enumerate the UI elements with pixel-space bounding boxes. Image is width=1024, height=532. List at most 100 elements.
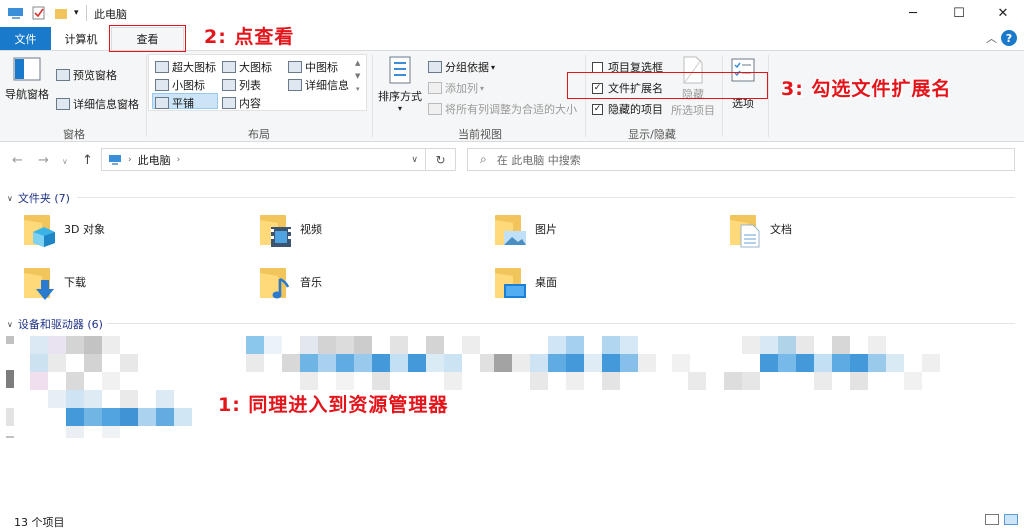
list-icon <box>222 79 236 91</box>
nav-pane-label: 导航窗格 <box>5 88 49 101</box>
fit-columns-icon <box>428 103 442 115</box>
folder-name: 视频 <box>300 223 322 236</box>
layout-item-label: 超大图标 <box>172 61 216 74</box>
section-divider <box>77 197 1015 198</box>
add-column-dropdown-icon: ▾ <box>480 83 485 93</box>
pictures-folder-icon <box>493 212 529 246</box>
layout-item-label: 大图标 <box>239 61 272 74</box>
obscured-drives-area <box>0 330 1024 445</box>
preview-pane-icon <box>56 69 70 81</box>
hidden-items-toggle[interactable]: ✓ 隐藏的项目 <box>592 101 663 117</box>
layout-item-label: 列表 <box>239 79 261 92</box>
extra-large-icons-icon <box>155 61 169 73</box>
layout-content[interactable]: 内容 <box>222 95 261 111</box>
details-pane-label: 详细信息窗格 <box>73 98 139 111</box>
folder-desktop[interactable]: 桌面 <box>493 265 557 299</box>
group-label-layout: 布局 <box>248 128 270 141</box>
group-separator <box>372 55 373 137</box>
layout-tiles[interactable]: 平铺 <box>155 95 194 111</box>
chevron-down-icon: ∨ <box>7 319 13 329</box>
folder-name: 3D 对象 <box>64 223 105 236</box>
layout-item-label: 中图标 <box>305 61 338 74</box>
fit-columns-label: 将所有列调整为合适的大小 <box>445 103 577 116</box>
quick-access-dropdown-icon[interactable]: ▾ <box>74 5 79 21</box>
details-view-icon[interactable] <box>985 514 999 525</box>
up-button[interactable]: ↑ <box>82 153 93 168</box>
window-title: 此电脑 <box>94 8 127 21</box>
layout-extra-large-icons[interactable]: 超大图标 <box>155 59 216 75</box>
tab-computer[interactable]: 计算机 <box>56 27 106 50</box>
layout-details[interactable]: 详细信息 <box>288 77 349 93</box>
search-placeholder: 在 此电脑 中搜索 <box>496 153 581 167</box>
music-folder-icon <box>258 265 294 299</box>
collapse-ribbon-icon[interactable]: ︿ <box>986 30 997 46</box>
layout-item-label: 小图标 <box>172 79 205 92</box>
group-by-button[interactable]: 分组依据 ▾ <box>428 59 495 75</box>
title-separator <box>86 5 87 21</box>
details-icon <box>288 79 302 91</box>
address-dropdown-icon[interactable]: ∨ <box>411 155 418 165</box>
scroll-down-icon[interactable]: ▼ <box>355 70 360 83</box>
folder-name: 文档 <box>770 223 792 236</box>
tab-file[interactable]: 文件 <box>0 27 51 50</box>
chevron-down-icon: ∨ <box>7 193 13 203</box>
sort-dropdown-icon: ▾ <box>397 104 402 113</box>
group-separator <box>146 55 147 137</box>
folder-music[interactable]: 音乐 <box>258 265 322 299</box>
sort-label: 排序方式 <box>378 90 422 103</box>
address-path[interactable]: 此电脑 <box>138 152 171 168</box>
folder-pictures[interactable]: 图片 <box>493 212 557 246</box>
nav-pane-button[interactable]: 导航窗格 <box>5 57 49 102</box>
layout-item-label: 详细信息 <box>305 79 349 92</box>
folders-section-header[interactable]: ∨ 文件夹 (7) <box>7 190 1017 206</box>
nav-pane-icon <box>13 57 41 81</box>
layout-small-icons[interactable]: 小图标 <box>155 77 205 93</box>
fit-columns-button[interactable]: 将所有列调整为合适的大小 <box>428 101 577 117</box>
scroll-up-icon[interactable]: ▲ <box>355 57 360 70</box>
chevron-right-icon[interactable]: › <box>128 155 132 165</box>
layout-scroll[interactable]: ▲ ▼ ▾ <box>355 57 360 96</box>
annotation-box-view-tab <box>109 25 186 52</box>
layout-list[interactable]: 列表 <box>222 77 261 93</box>
large-icons-view-icon[interactable] <box>1004 514 1018 525</box>
layout-item-label: 平铺 <box>172 97 194 110</box>
preview-pane-button[interactable]: 预览窗格 <box>56 67 117 83</box>
more-icon[interactable]: ▾ <box>356 83 360 96</box>
folder-name: 下载 <box>64 276 86 289</box>
sort-by-button[interactable]: 排序方式 ▾ <box>377 55 423 113</box>
layout-medium-icons[interactable]: 中图标 <box>288 59 338 75</box>
new-folder-icon[interactable] <box>54 5 68 21</box>
folders-header-label: 文件夹 (7) <box>17 192 70 205</box>
layout-large-icons[interactable]: 大图标 <box>222 59 272 75</box>
help-icon[interactable]: ? <box>1001 30 1017 46</box>
downloads-folder-icon <box>22 265 58 300</box>
section-divider <box>107 323 1015 324</box>
annotation-box-file-extensions <box>567 72 768 99</box>
properties-icon[interactable] <box>32 5 46 21</box>
forward-button[interactable]: → <box>38 153 49 168</box>
close-button[interactable]: ✕ <box>980 0 1024 27</box>
chevron-right-icon[interactable]: › <box>177 155 181 165</box>
hidden-items-label: 隐藏的项目 <box>608 103 663 116</box>
group-label-panes: 窗格 <box>63 128 85 141</box>
pc-icon <box>109 154 121 165</box>
folder-downloads[interactable]: 下载 <box>22 265 86 300</box>
maximize-button[interactable]: ☐ <box>936 0 982 27</box>
recent-locations-icon[interactable]: ∨ <box>62 157 68 166</box>
group-by-dropdown-icon: ▾ <box>491 62 496 72</box>
large-icons-icon <box>222 61 236 73</box>
hidden-items-checkbox[interactable]: ✓ <box>592 103 603 115</box>
item-checkboxes-checkbox[interactable] <box>592 61 603 73</box>
folder-documents[interactable]: 文档 <box>728 212 792 248</box>
refresh-button[interactable]: ↻ <box>426 148 456 171</box>
folder-3d-objects[interactable]: 3D 对象 <box>22 212 105 247</box>
search-input[interactable]: ⌕ 在 此电脑 中搜索 <box>467 148 1015 171</box>
details-pane-button[interactable]: 详细信息窗格 <box>56 96 139 112</box>
back-button[interactable]: ← <box>12 153 23 168</box>
minimize-button[interactable]: ─ <box>890 0 936 27</box>
annotation-step3: 3: 勾选文件扩展名 <box>781 78 952 100</box>
add-column-button[interactable]: 添加列 ▾ <box>428 80 484 96</box>
address-bar[interactable]: › 此电脑 › ∨ <box>101 148 426 171</box>
folder-videos[interactable]: 视频 <box>258 212 322 247</box>
add-column-icon <box>428 82 442 94</box>
